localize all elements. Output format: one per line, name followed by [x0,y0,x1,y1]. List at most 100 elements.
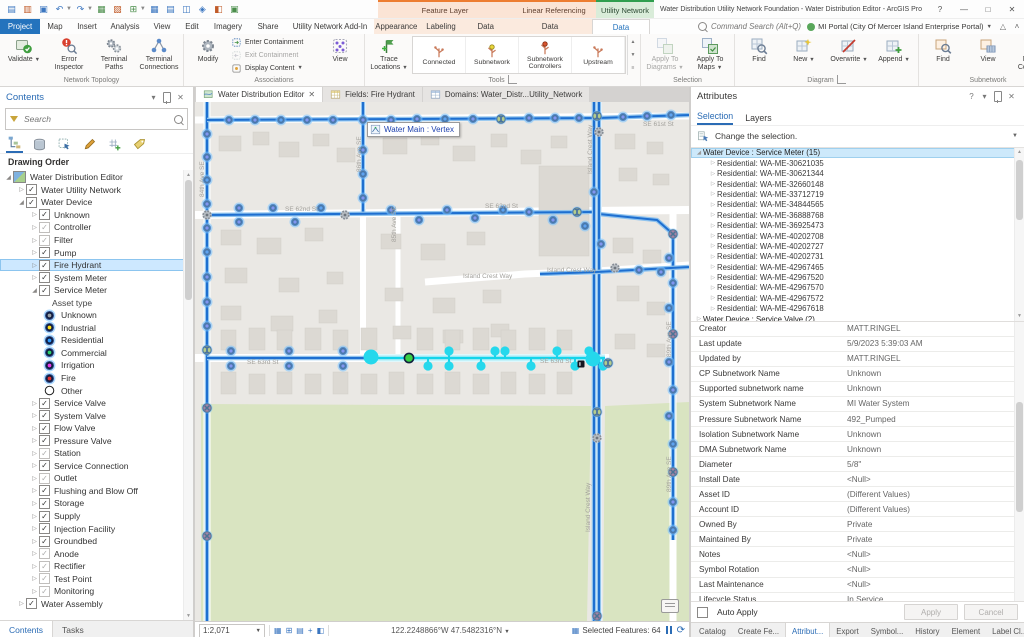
fitting[interactable] [340,210,350,220]
visibility-checkbox[interactable]: ✓ [39,511,50,522]
copy-icon[interactable]: ▦ [94,2,109,16]
attribute-row[interactable]: Isolation Subnetwork NameUnknown [691,427,1024,442]
bottom-tab-attribut[interactable]: Attribut... [785,623,830,637]
expander-icon[interactable]: ▷ [30,575,39,582]
fitting[interactable] [592,433,602,443]
attribute-row[interactable]: Diameter5/8" [691,457,1024,472]
view-button[interactable]: View [966,35,1010,75]
visibility-checkbox[interactable]: ✓ [39,410,50,421]
search-input[interactable] [22,113,170,125]
layer-item[interactable]: ▷✓Water Utility Network [0,184,193,197]
close-panel-icon[interactable]: ✕ [174,93,187,102]
legend-item[interactable]: Irrigation [0,359,193,372]
visibility-checkbox[interactable]: ✓ [39,460,50,471]
expander-icon[interactable]: ▷ [30,224,39,231]
pin-icon[interactable] [994,91,1002,102]
attributes-tab-selection[interactable]: Selection [697,111,733,125]
expander-icon[interactable]: ▷ [30,249,39,256]
cancel-button[interactable]: Cancel [964,604,1018,620]
doc-tab[interactable]: Domains: Water_Distr...Utility_Network [423,87,590,102]
tool-subnetwork[interactable]: Subnetwork [466,37,519,73]
expander-icon[interactable]: ▷ [30,274,39,281]
help-icon[interactable]: ? [965,92,978,101]
selected-features[interactable]: ▦Selected Features: 64 [572,626,661,635]
redo-icon[interactable]: ↷ [73,2,88,16]
selection-item[interactable]: ▷Residential: WA-ME-30621344 [691,168,1024,178]
tab-data[interactable]: Data [463,19,508,34]
layer-item[interactable]: ▷✓Pump [0,246,193,259]
tool-connected[interactable]: Connected [413,37,466,73]
attribute-row[interactable]: Pressure Subnetwork Name492_Pumped [691,412,1024,427]
selection-item[interactable]: ▷Residential: WA-ME-42967570 [691,283,1024,293]
validate-button[interactable]: Validate ▼ [2,35,46,75]
tab-data[interactable]: Data [592,19,650,34]
selection-item[interactable]: ▷Residential: WA-ME-40202708 [691,231,1024,241]
tab-data[interactable]: Data [508,19,592,34]
tab-edit[interactable]: Edit [178,19,206,34]
tab-labeling[interactable]: Labeling [419,19,464,34]
attribute-row[interactable]: Asset ID(Different Values) [691,487,1024,502]
bottom-tab-export[interactable]: Export [830,627,865,636]
pan-grid-icon[interactable]: ▦ [274,626,282,635]
visibility-checkbox[interactable]: ✓ [39,222,50,233]
table-icon[interactable]: ▤ [163,2,178,16]
expander-icon[interactable]: ▷ [30,475,39,482]
explore-icon[interactable]: ◈ [195,2,210,16]
trace-locations-button[interactable]: Trace Locations ▼ [367,35,411,75]
layer-item[interactable]: ▷✓Flow Valve [0,422,193,435]
attribute-row[interactable]: Symbol Rotation<Null> [691,562,1024,577]
visibility-checkbox[interactable]: ✓ [39,235,50,246]
apply-to-diagrams-button[interactable]: Apply To Diagrams ▼ [643,35,687,75]
attribute-row[interactable]: CreatorMATT.RINGEL [691,322,1024,337]
selection-item[interactable]: ▷Residential: WA-ME-42967520 [691,272,1024,282]
add-data-icon[interactable]: ⊞ [126,2,141,16]
list-by-snap-icon[interactable] [106,135,123,153]
bookmark-icon[interactable]: ◧ [211,2,226,16]
save-icon[interactable]: ▣ [36,2,51,16]
map-svg[interactable]: SE 62nd StSE 62nd StSE 63rd StSE 63rd St… [195,102,689,621]
append-button[interactable]: Append ▼ [872,35,916,75]
bottom-tab-history[interactable]: History [909,627,945,636]
selection-item[interactable]: ▷Residential: WA-ME-36888768 [691,210,1024,220]
overview-icon[interactable] [661,599,679,613]
expander-icon[interactable]: ▷ [17,600,26,607]
command-search[interactable]: Command Search (Alt+Q) [698,19,801,34]
contents-search[interactable] [5,108,188,130]
refresh-icon[interactable]: ⟳ [677,625,685,636]
scrollbar[interactable] [1014,322,1024,601]
layer-item[interactable]: ▷✓Storage [0,497,193,510]
change-selection-toolbar[interactable]: Change the selection. ▼ [691,126,1024,148]
expander-icon[interactable]: ▷ [30,412,39,419]
scrollbar[interactable]: ▲▼ [183,170,193,620]
portal-account[interactable]: MI Portal (City Of Mercer Island Enterpr… [807,19,996,34]
crosshair-icon[interactable]: + [308,626,313,635]
coordinates-readout[interactable]: 122.2248866°W 47.5482316°N ▼ [333,626,568,635]
undo-icon[interactable]: ↶ [52,2,67,16]
selection-group-header[interactable]: ◢Water Device : Service Meter (15) [691,148,1024,158]
attribute-row[interactable]: Lifecycle StatusIn Service [691,593,1024,602]
expander-icon[interactable]: ▷ [30,563,39,570]
asset-type-header[interactable]: Asset type [0,296,193,309]
attribute-row[interactable]: DMA Subnetwork NameUnknown [691,442,1024,457]
selection-item[interactable]: ▷Residential: WA-ME-32660148 [691,179,1024,189]
modify-associations-button[interactable]: Modify [186,35,230,75]
enter-containment-button[interactable]: Enter Containment [231,36,317,48]
map-canvas[interactable]: SE 62nd StSE 62nd StSE 63rd StSE 63rd St… [195,102,689,621]
attribute-row[interactable]: System Subnetwork NameMI Water System [691,397,1024,412]
layer-item[interactable]: ▷✓Injection Facility [0,522,193,535]
attribute-row[interactable]: Maintained ByPrivate [691,532,1024,547]
overwrite-button[interactable]: Overwrite ▼ [827,35,871,75]
layer-item[interactable]: ▷✓Service Connection [0,460,193,473]
bottom-tab-createfe[interactable]: Create Fe... [732,627,785,636]
tool-subnetwork-controllers[interactable]: Subnetwork Controllers [519,37,572,73]
visibility-checkbox[interactable]: ✓ [39,209,50,220]
panel-tab-contents[interactable]: Contents [0,621,53,637]
visibility-checkbox[interactable]: ✓ [39,485,50,496]
visibility-checkbox[interactable]: ✓ [26,184,37,195]
expander-icon[interactable]: ▷ [30,513,39,520]
selection-item[interactable]: ▷Residential: WA-ME-42967618 [691,304,1024,314]
visibility-checkbox[interactable]: ✓ [39,498,50,509]
fitting[interactable] [594,127,604,137]
layer-item[interactable]: ▷✓Fire Hydrant [0,259,193,272]
legend-item[interactable]: Commercial [0,347,193,360]
